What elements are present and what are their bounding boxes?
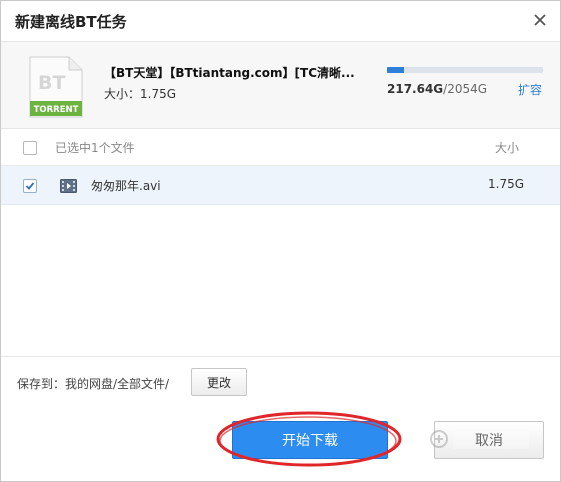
change-location-button[interactable]: 更改 [191, 368, 247, 396]
torrent-info-panel: BT TORRENT 【BT天堂】【BTtiantang.com】[TC清晰..… [1, 42, 560, 129]
file-checkbox[interactable] [23, 179, 37, 193]
cancel-button[interactable]: 取消 [434, 421, 544, 459]
file-row[interactable]: 匆匆那年.avi 1.75G [1, 166, 560, 205]
torrent-size: 大小：1.75G [104, 87, 177, 101]
video-file-icon [60, 178, 77, 197]
torrent-file-icon: BT TORRENT [29, 56, 83, 122]
footer-divider [1, 356, 560, 357]
select-all-checkbox[interactable] [23, 141, 37, 155]
save-location-text: 保存到：我的网盘/全部文件/ [17, 377, 170, 391]
selected-count-text: 已选中1个文件 [55, 141, 135, 155]
storage-quota-used: 217.64G [387, 82, 444, 96]
start-download-button[interactable]: 开始下载 [232, 421, 388, 459]
new-bt-task-dialog: 新建离线BT任务 BT TORRENT 【BT天堂】【BTtiantang.co… [0, 0, 561, 482]
torrent-name: 【BT天堂】【BTtiantang.com】[TC清晰... [104, 66, 355, 80]
storage-quota-bar [387, 67, 543, 73]
dialog-titlebar: 新建离线BT任务 [1, 1, 560, 42]
expand-storage-link[interactable]: 扩容 [518, 81, 542, 98]
torrent-icon-caption: TORRENT [34, 105, 79, 115]
checkmark-icon [25, 182, 35, 190]
close-icon[interactable] [530, 10, 550, 30]
file-size: 1.75G [488, 177, 525, 191]
torrent-icon-badge: BT [38, 72, 65, 94]
file-name: 匆匆那年.avi [91, 179, 161, 193]
storage-quota-text: 217.64G/2054G [387, 82, 487, 96]
dialog-title: 新建离线BT任务 [15, 13, 127, 31]
storage-quota-total: /2054G [443, 82, 488, 96]
storage-quota-fill [387, 67, 404, 73]
file-list-header: 已选中1个文件 大小 [1, 129, 560, 166]
size-column-header: 大小 [495, 141, 520, 155]
